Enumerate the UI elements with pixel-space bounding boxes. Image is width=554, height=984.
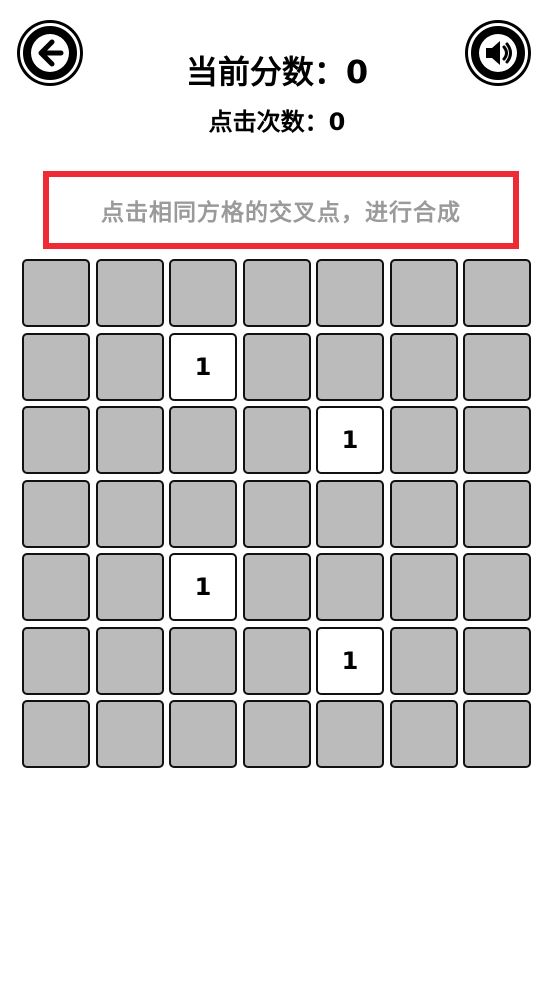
- board-cell[interactable]: [22, 479, 90, 548]
- board-cell[interactable]: [95, 479, 164, 548]
- board-cell[interactable]: [242, 332, 311, 401]
- board-cell[interactable]: [389, 479, 458, 548]
- board-cell[interactable]: [95, 406, 164, 474]
- board-cell[interactable]: [95, 553, 164, 621]
- board-cell[interactable]: 1: [316, 406, 384, 474]
- board-cell[interactable]: [242, 406, 311, 474]
- board-cell[interactable]: [389, 553, 458, 621]
- board-cell[interactable]: [389, 259, 458, 327]
- board-cell[interactable]: [463, 553, 531, 621]
- board-cell[interactable]: [95, 626, 164, 695]
- board-cell[interactable]: 1: [169, 332, 237, 401]
- board-cell[interactable]: [22, 700, 90, 768]
- board-cell[interactable]: 1: [316, 626, 384, 695]
- board-cell[interactable]: [95, 700, 164, 768]
- board-cell[interactable]: [463, 406, 531, 474]
- instruction-banner: 点击相同方格的交叉点，进行合成: [43, 171, 519, 249]
- board-cell[interactable]: [316, 700, 384, 768]
- board-cell[interactable]: [242, 259, 311, 327]
- board-cell[interactable]: [169, 626, 237, 695]
- board-cell[interactable]: [22, 553, 90, 621]
- board-cell[interactable]: [463, 626, 531, 695]
- board-cell[interactable]: [22, 332, 90, 401]
- board-cell[interactable]: [169, 479, 237, 548]
- board-cell[interactable]: [316, 553, 384, 621]
- board-cell[interactable]: [22, 259, 90, 327]
- board-cell[interactable]: [389, 332, 458, 401]
- board-cell[interactable]: [242, 626, 311, 695]
- board-cell[interactable]: [22, 406, 90, 474]
- board-cell[interactable]: [463, 332, 531, 401]
- board-cell[interactable]: [463, 259, 531, 327]
- board-cell[interactable]: [316, 332, 384, 401]
- board-cell[interactable]: [169, 259, 237, 327]
- board-cell[interactable]: [95, 259, 164, 327]
- board-cell[interactable]: [169, 406, 237, 474]
- board-cell[interactable]: [316, 259, 384, 327]
- board-cell[interactable]: [242, 479, 311, 548]
- board-cell[interactable]: [316, 479, 384, 548]
- instruction-text: 点击相同方格的交叉点，进行合成: [101, 200, 461, 226]
- board-cell[interactable]: [95, 332, 164, 401]
- board-cell[interactable]: [463, 479, 531, 548]
- game-board: 1 1 1 1: [22, 259, 531, 768]
- board-cell[interactable]: 1: [169, 553, 237, 621]
- board-cell[interactable]: [389, 406, 458, 474]
- board-cell[interactable]: [22, 626, 90, 695]
- click-count-label: 点击次数：0: [208, 108, 346, 136]
- board-cell[interactable]: [242, 553, 311, 621]
- board-cell[interactable]: [169, 700, 237, 768]
- board-cell[interactable]: [463, 700, 531, 768]
- board-cell[interactable]: [389, 700, 458, 768]
- score-label: 当前分数：0: [185, 53, 369, 91]
- board-cell[interactable]: [242, 700, 311, 768]
- board-cell[interactable]: [389, 626, 458, 695]
